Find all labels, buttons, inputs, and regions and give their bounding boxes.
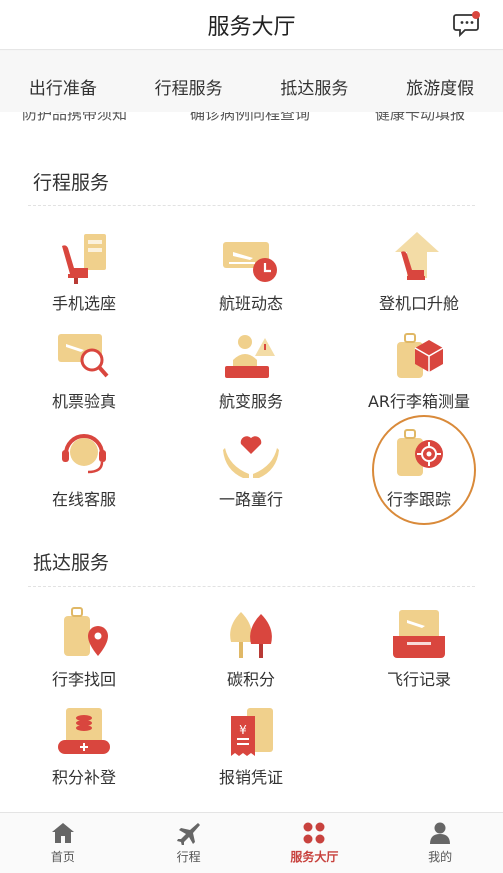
section-title: 抵达服务 [33, 552, 110, 574]
item-label: 一路童行 [218, 490, 283, 509]
tab-bar: 出行准备 行程服务 抵达服务 旅游度假 [0, 51, 503, 121]
upgrade-seat-icon [395, 232, 439, 280]
customer-service-item[interactable]: 在线客服 [0, 426, 168, 510]
bottom-nav: 首页 行程 服务大厅 我的 [0, 812, 503, 873]
item-label: 飞行记录 [386, 670, 451, 689]
peek-label[interactable]: 确诊病例同程查询 [190, 112, 310, 124]
header: 服务大厅 [0, 0, 503, 50]
item-label: 在线客服 [51, 490, 116, 509]
item-label: 积分补登 [51, 768, 116, 787]
ticket-verify-item[interactable]: 机票验真 [0, 328, 168, 412]
item-label: 碳积分 [226, 670, 275, 689]
grid-icon [303, 822, 325, 844]
item-label: 报销凭证 [218, 768, 283, 787]
divider [28, 205, 475, 206]
home-icon [51, 823, 74, 843]
nav-label: 行程 [176, 850, 201, 864]
item-label: AR行李箱测量 [367, 392, 471, 411]
user-icon [430, 822, 451, 844]
flight-change-icon [225, 335, 275, 378]
nav-trip[interactable]: 行程 [126, 813, 252, 873]
item-label: 航变服务 [218, 392, 283, 411]
flight-record-item[interactable]: 飞行记录 [335, 606, 503, 690]
plane-icon [176, 823, 200, 845]
carbon-points-icon [230, 612, 272, 658]
tab-arrival-service[interactable]: 抵达服务 [252, 51, 378, 121]
item-label: 航班动态 [218, 294, 283, 313]
item-label: 机票验真 [51, 392, 116, 411]
svg-text:¥: ¥ [239, 723, 247, 737]
seat-select-icon [62, 234, 106, 284]
receipt-item[interactable]: ¥ 报销凭证 [167, 704, 335, 788]
item-label: 手机选座 [51, 294, 116, 313]
flight-status-icon [223, 242, 277, 282]
flight-status-item[interactable]: 航班动态 [167, 230, 335, 314]
nav-service-hall[interactable]: 服务大厅 [252, 813, 378, 873]
peek-label[interactable]: 防护品携带须知 [22, 112, 127, 124]
arrival-service-section: 抵达服务 行李找回 碳积分 飞行记录 积分补登 ¥ 报销凭证 [0, 536, 503, 812]
flight-record-icon [393, 610, 445, 658]
peek-label[interactable]: 健康卡动填报 [375, 112, 465, 124]
flight-change-item[interactable]: 航变服务 [167, 328, 335, 412]
nav-label: 我的 [428, 850, 453, 864]
item-label: 登机口升舱 [378, 294, 459, 313]
ticket-verify-icon [58, 334, 109, 378]
points-claim-icon [58, 708, 110, 754]
nav-home[interactable]: 首页 [0, 813, 126, 873]
highlight-circle [372, 415, 476, 525]
luggage-find-icon [64, 607, 108, 656]
tab-travel-prep[interactable]: 出行准备 [0, 51, 126, 121]
points-claim-item[interactable]: 积分补登 [0, 704, 168, 788]
item-label: 行李找回 [51, 670, 116, 689]
receipt-icon: ¥ [231, 708, 273, 756]
ar-luggage-item[interactable]: AR行李箱测量 [335, 328, 503, 412]
seat-select-item[interactable]: 手机选座 [0, 230, 168, 314]
tab-trip-service[interactable]: 行程服务 [126, 51, 252, 121]
carbon-points-item[interactable]: 碳积分 [167, 606, 335, 690]
scrolled-row: 防护品携带须知 确诊病例同程查询 健康卡动填报 [0, 112, 503, 130]
chat-bubble-icon[interactable] [453, 10, 481, 38]
upgrade-seat-item[interactable]: 登机口升舱 [335, 230, 503, 314]
tab-vacation[interactable]: 旅游度假 [377, 51, 503, 121]
customer-service-icon [62, 434, 106, 474]
section-title: 行程服务 [33, 172, 110, 194]
nav-label: 服务大厅 [290, 850, 339, 864]
luggage-find-item[interactable]: 行李找回 [0, 606, 168, 690]
child-travel-icon [223, 436, 279, 478]
nav-label: 首页 [50, 850, 75, 864]
divider [28, 586, 475, 587]
page-title: 服务大厅 [207, 14, 296, 40]
nav-mine[interactable]: 我的 [377, 813, 503, 873]
ar-luggage-icon [397, 333, 444, 378]
child-travel-item[interactable]: 一路童行 [167, 426, 335, 510]
